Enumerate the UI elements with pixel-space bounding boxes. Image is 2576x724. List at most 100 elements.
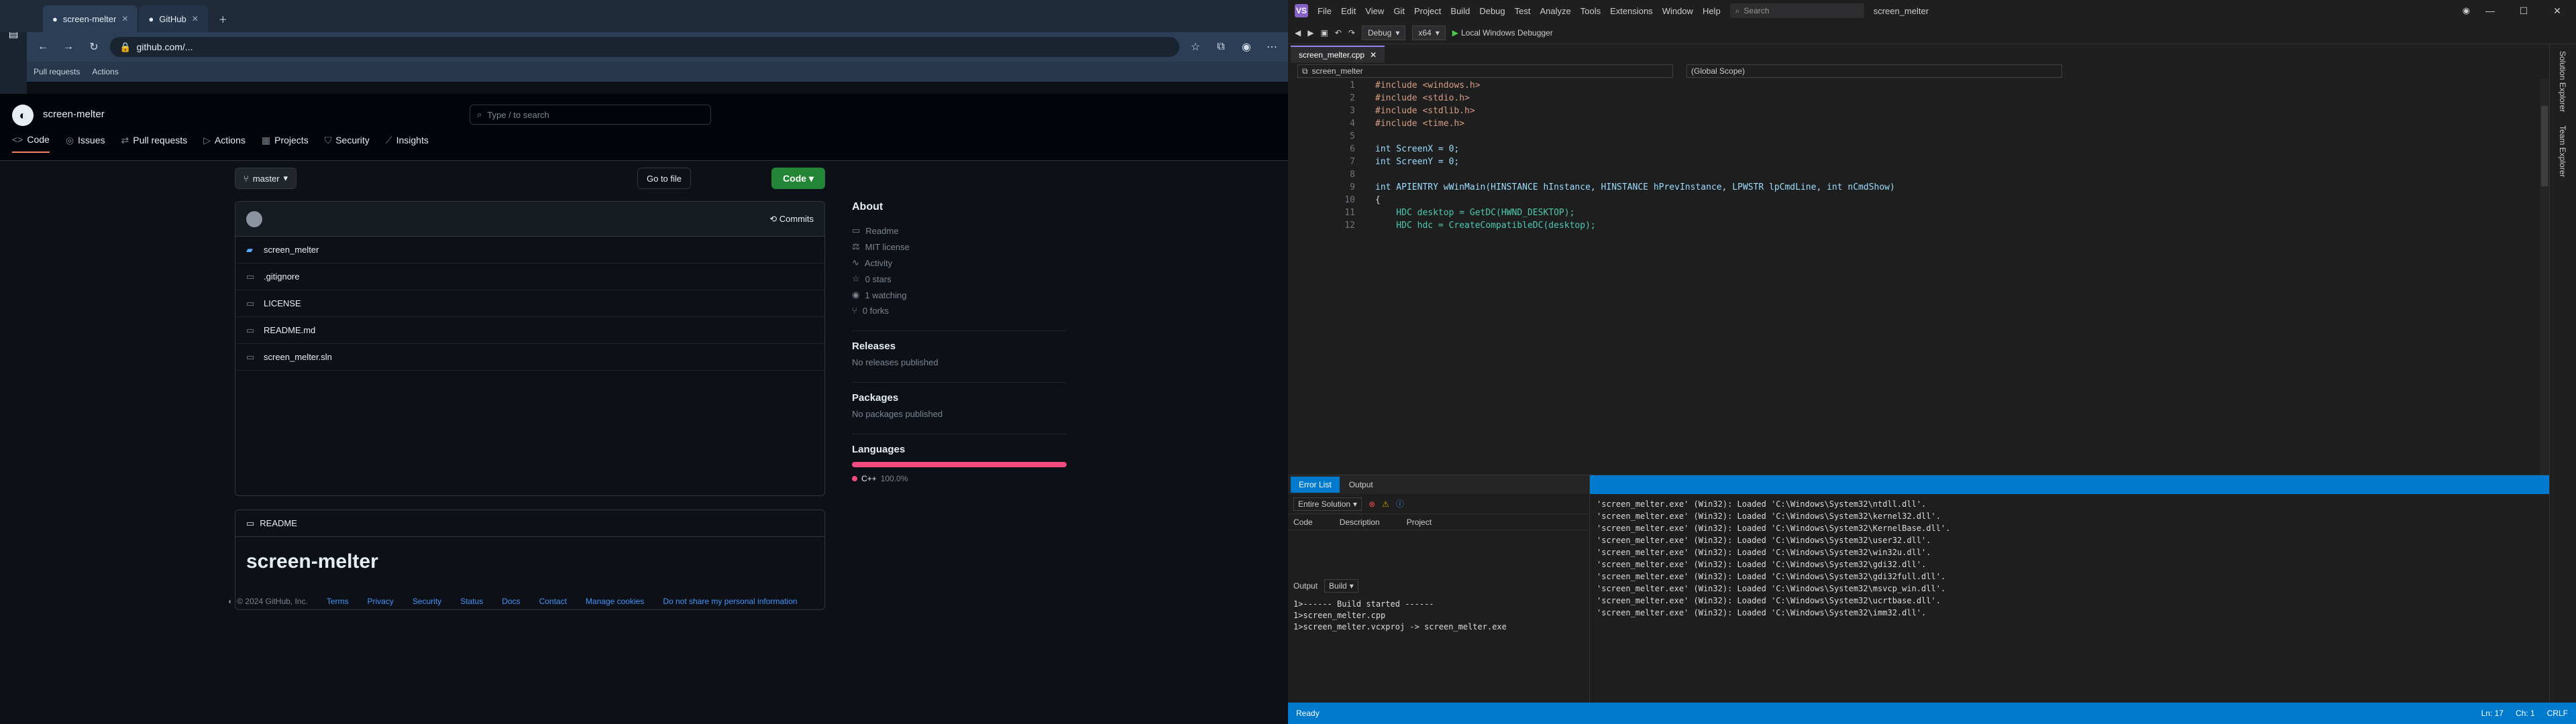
file-name[interactable]: screen_melter.sln xyxy=(264,352,438,362)
activity-link[interactable]: ∿ Activity xyxy=(852,257,1067,268)
close-icon[interactable]: ✕ xyxy=(192,14,199,23)
code-line[interactable]: 5 xyxy=(1335,130,2529,143)
browser-tab[interactable]: ● screen-melter ✕ xyxy=(43,5,138,32)
errors-filter[interactable]: ⊗ xyxy=(1368,499,1375,509)
bookmark-item[interactable]: Pull requests xyxy=(34,67,80,76)
file-name[interactable]: .gitignore xyxy=(264,272,438,282)
scope-dropdown[interactable]: Entire Solution ▾ xyxy=(1293,497,1362,511)
watchers-link[interactable]: ◉ 1 watching xyxy=(852,290,1067,300)
code-line[interactable]: 2 #include <stdio.h> xyxy=(1335,92,2529,105)
forward-icon[interactable]: ▶ xyxy=(1307,28,1313,38)
menu-git[interactable]: Git xyxy=(1393,6,1405,16)
code-button[interactable]: Code ▾ xyxy=(771,168,825,189)
column-indicator[interactable]: Ch: 1 xyxy=(2516,709,2535,718)
file-row[interactable]: ▰ screen_melter xyxy=(235,237,824,263)
line-indicator[interactable]: Ln: 17 xyxy=(2481,709,2504,718)
footer-link[interactable]: Terms xyxy=(327,597,349,606)
footer-link[interactable]: Contact xyxy=(539,597,567,606)
editor-scrollbar[interactable] xyxy=(2540,79,2549,475)
code-line[interactable]: 11 HDC desktop = GetDC(HWND_DESKTOP); xyxy=(1335,206,2529,219)
undo-icon[interactable]: ↶ xyxy=(1335,28,1342,38)
language-item[interactable]: C++ 100.0% xyxy=(852,474,1067,483)
file-name[interactable]: screen_melter xyxy=(264,245,438,255)
back-icon[interactable]: ← xyxy=(34,38,52,56)
menu-window[interactable]: Window xyxy=(1662,6,1693,16)
code-editor[interactable]: 1 #include <windows.h> 2 #include <stdio.h>… xyxy=(1288,79,2549,475)
readme-tab[interactable]: ▭ README xyxy=(235,510,824,537)
tab-team-explorer[interactable]: Team Explorer xyxy=(2550,119,2575,184)
footer-link[interactable]: Docs xyxy=(502,597,520,606)
tab-output[interactable]: Output xyxy=(1341,477,1381,493)
tab-code[interactable]: <> Code xyxy=(12,134,50,153)
tab-security[interactable]: ⛉ Security xyxy=(325,134,370,153)
menu-extensions[interactable]: Extensions xyxy=(1610,6,1653,16)
file-name[interactable]: LICENSE xyxy=(264,298,438,308)
save-icon[interactable]: ▣ xyxy=(1320,28,1328,38)
commits-link[interactable]: ⟲ Commits xyxy=(769,214,814,225)
search-input[interactable]: ⌕ Type / to search xyxy=(470,105,711,125)
document-tab[interactable]: screen_melter.cpp ✕ xyxy=(1291,46,1385,63)
new-tab-button[interactable]: ＋ xyxy=(209,5,237,32)
file-name[interactable]: README.md xyxy=(264,325,438,335)
avatar[interactable]: ◉ xyxy=(2463,5,2470,16)
code-area[interactable]: 1 #include <windows.h> 2 #include <stdio.h>… xyxy=(1335,79,2529,475)
minimize-icon[interactable]: — xyxy=(2477,5,2504,16)
more-icon[interactable]: ⋯ xyxy=(1263,38,1281,56)
file-row[interactable]: ▭ .gitignore xyxy=(235,263,824,290)
tab-projects[interactable]: ▦ Projects xyxy=(262,134,309,153)
file-row[interactable]: ▭ screen_melter.sln xyxy=(235,344,824,371)
footer-link[interactable]: Privacy xyxy=(367,597,393,606)
bookmark-item[interactable]: Actions xyxy=(92,67,118,76)
packages-heading[interactable]: Packages xyxy=(852,392,1067,404)
forks-link[interactable]: ⑂ 0 forks xyxy=(852,306,1067,316)
configuration-dropdown[interactable]: Debug ▾ xyxy=(1361,25,1406,40)
code-line[interactable]: 1 #include <windows.h> xyxy=(1335,79,2529,92)
stars-link[interactable]: ☆ 0 stars xyxy=(852,274,1067,284)
menu-edit[interactable]: Edit xyxy=(1341,6,1356,16)
license-link[interactable]: ⚖ MIT license xyxy=(852,241,1067,252)
code-line[interactable]: 4 #include <time.h> xyxy=(1335,117,2529,130)
code-line[interactable]: 7 int ScreenY = 0; xyxy=(1335,156,2529,168)
menu-help[interactable]: Help xyxy=(1703,6,1721,16)
messages-filter[interactable]: ⓘ xyxy=(1396,498,1404,509)
close-icon[interactable]: ✕ xyxy=(1370,50,1377,60)
start-debugging-button[interactable]: ▶ Local Windows Debugger xyxy=(1452,28,1553,38)
column-header[interactable]: Project xyxy=(1407,518,1432,527)
repo-name-link[interactable]: screen-melter xyxy=(43,109,105,120)
menu-analyze[interactable]: Analyze xyxy=(1540,6,1570,16)
output-source-dropdown[interactable]: Build ▾ xyxy=(1324,579,1358,593)
refresh-icon[interactable]: ↻ xyxy=(85,38,103,56)
forward-icon[interactable]: → xyxy=(59,38,78,56)
tab-actions[interactable]: ▷ Actions xyxy=(203,134,246,153)
footer-link[interactable]: Security xyxy=(413,597,441,606)
menu-file[interactable]: File xyxy=(1318,6,1332,16)
address-bar[interactable]: 🔒 github.com/... xyxy=(110,37,1179,57)
code-line[interactable]: 12 HDC hdc = CreateCompatibleDC(desktop)… xyxy=(1335,219,2529,232)
code-line[interactable]: 8 xyxy=(1335,168,2529,181)
menu-build[interactable]: Build xyxy=(1450,6,1470,16)
menu-view[interactable]: View xyxy=(1365,6,1384,16)
file-row[interactable]: ▭ README.md xyxy=(235,317,824,344)
tab-insights[interactable]: ⟋ Insights xyxy=(386,134,429,153)
code-line[interactable]: 6 int ScreenX = 0; xyxy=(1335,143,2529,156)
tab-pull-requests[interactable]: ⇄ Pull requests xyxy=(121,134,188,153)
close-icon[interactable]: ✕ xyxy=(121,14,128,23)
releases-heading[interactable]: Releases xyxy=(852,341,1067,352)
vs-search-input[interactable]: ⌕ Search xyxy=(1729,3,1864,18)
avatar[interactable] xyxy=(246,210,262,227)
file-row[interactable]: ▭ LICENSE xyxy=(235,290,824,317)
code-line[interactable]: 3 #include <stdlib.h> xyxy=(1335,105,2529,117)
browser-tab[interactable]: ● GitHub ✕ xyxy=(139,5,208,32)
column-header[interactable]: Code xyxy=(1293,518,1313,527)
warnings-filter[interactable]: ⚠ xyxy=(1382,499,1389,509)
menu-debug[interactable]: Debug xyxy=(1479,6,1505,16)
go-to-file-button[interactable]: Go to file xyxy=(637,168,691,189)
footer-link[interactable]: Manage cookies xyxy=(586,597,644,606)
github-logo-icon[interactable]: ◐ xyxy=(12,105,34,126)
footer-link[interactable]: Do not share my personal information xyxy=(663,597,797,606)
platform-dropdown[interactable]: x64 ▾ xyxy=(1412,25,1446,40)
redo-icon[interactable]: ↷ xyxy=(1348,28,1355,38)
profile-icon[interactable]: ◉ xyxy=(1237,38,1256,56)
code-line[interactable]: 10 { xyxy=(1335,194,2529,206)
extensions-icon[interactable]: ⧉ xyxy=(1212,38,1230,56)
